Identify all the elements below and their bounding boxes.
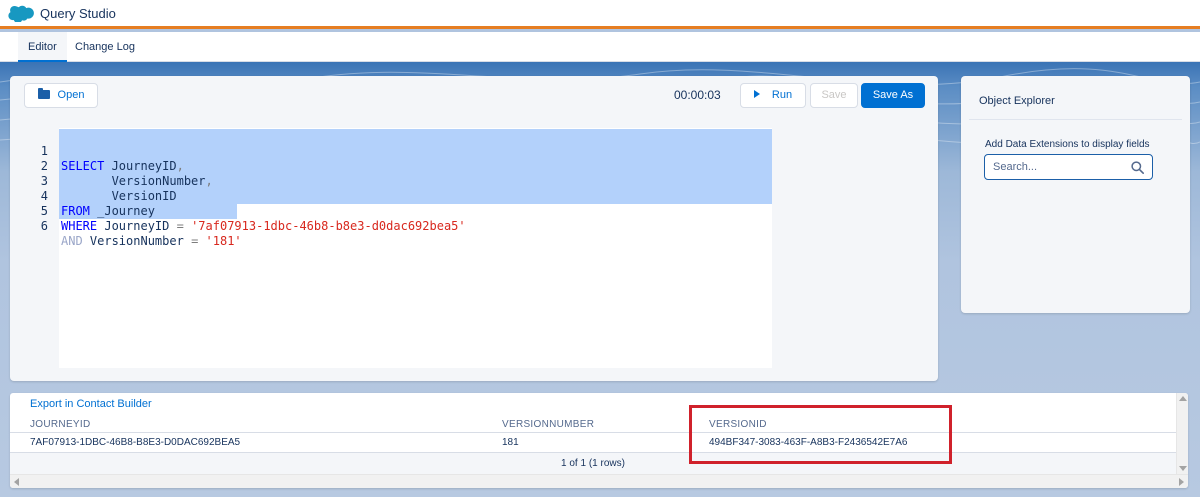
column-header-versionnumber[interactable]: VERSIONNUMBER bbox=[502, 419, 594, 430]
divider bbox=[969, 119, 1182, 120]
tab-editor[interactable]: Editor bbox=[18, 32, 67, 62]
tab-change-log[interactable]: Change Log bbox=[65, 32, 145, 62]
scroll-left-icon[interactable] bbox=[14, 478, 19, 486]
divider bbox=[10, 432, 1176, 433]
open-button[interactable]: Open bbox=[24, 83, 98, 108]
save-button[interactable]: Save bbox=[810, 83, 858, 108]
code-operator: = bbox=[176, 219, 184, 233]
line-number: 6 bbox=[40, 219, 48, 233]
pagination-status: 1 of 1 (1 rows) bbox=[561, 458, 625, 469]
column-header-journeyid[interactable]: JOURNEYID bbox=[30, 419, 90, 430]
table-cell: 494BF347-3083-463F-A8B3-F2436542E7A6 bbox=[709, 437, 908, 448]
sql-code-editor[interactable]: 1 SELECT JourneyID, 2 VersionNumber, 3 V… bbox=[26, 128, 772, 368]
scroll-right-icon[interactable] bbox=[1179, 478, 1184, 486]
table-cell: 181 bbox=[502, 437, 519, 448]
play-icon bbox=[753, 90, 760, 98]
export-contact-builder-link[interactable]: Export in Contact Builder bbox=[30, 398, 152, 410]
search-icon[interactable] bbox=[1131, 161, 1144, 174]
editor-panel: Open 00:00:03 Run Save Save As 1 SELECT … bbox=[10, 76, 938, 381]
explorer-title: Object Explorer bbox=[979, 95, 1055, 107]
table-cell: 7AF07913-1DBC-46B8-B8E3-D0DAC692BEA5 bbox=[30, 437, 241, 448]
app-header: Query Studio bbox=[0, 0, 1200, 29]
scroll-up-icon[interactable] bbox=[1179, 396, 1187, 401]
code-line: 4 FROM _Journey bbox=[26, 174, 772, 218]
results-toolbar: Export in Contact Builder bbox=[10, 393, 497, 415]
code-line: 3 VersionID bbox=[26, 159, 772, 203]
explorer-hint: Add Data Extensions to display fields bbox=[985, 139, 1150, 150]
scroll-down-icon[interactable] bbox=[1179, 466, 1187, 471]
code-line: 6 AND VersionNumber = '181' bbox=[26, 204, 772, 248]
code-string: '181' bbox=[205, 234, 242, 248]
run-button[interactable]: Run bbox=[740, 83, 806, 108]
code-text: JourneyID bbox=[97, 219, 177, 233]
column-header-versionid[interactable]: VERSIONID bbox=[709, 419, 767, 430]
save-as-button[interactable]: Save As bbox=[861, 83, 925, 108]
folder-icon bbox=[37, 88, 50, 99]
search-input[interactable] bbox=[993, 159, 1128, 175]
results-panel: Export in Contact Builder JOURNEYID VERS… bbox=[10, 393, 1188, 488]
code-line: 1 SELECT JourneyID, bbox=[26, 129, 772, 173]
app-title: Query Studio bbox=[40, 6, 116, 21]
code-string: '7af07913-1dbc-46b8-b8e3-d0dac692bea5' bbox=[191, 219, 466, 233]
salesforce-cloud-icon bbox=[8, 5, 34, 22]
object-explorer-panel: Object Explorer Add Data Extensions to d… bbox=[961, 76, 1190, 313]
code-text: VersionNumber bbox=[82, 234, 192, 248]
open-label: Open bbox=[57, 89, 85, 101]
run-label: Run bbox=[771, 89, 793, 101]
tab-bar: Editor Change Log bbox=[0, 32, 1200, 62]
sql-keyword: AND bbox=[61, 234, 83, 248]
query-timer: 00:00:03 bbox=[674, 88, 721, 102]
code-line: 2 VersionNumber, bbox=[26, 144, 772, 188]
search-field[interactable] bbox=[984, 154, 1153, 180]
vertical-scrollbar[interactable] bbox=[1176, 393, 1188, 474]
code-line: 5 WHERE JourneyID = '7af07913-1dbc-46b8-… bbox=[26, 189, 772, 233]
horizontal-scrollbar[interactable] bbox=[10, 474, 1188, 488]
